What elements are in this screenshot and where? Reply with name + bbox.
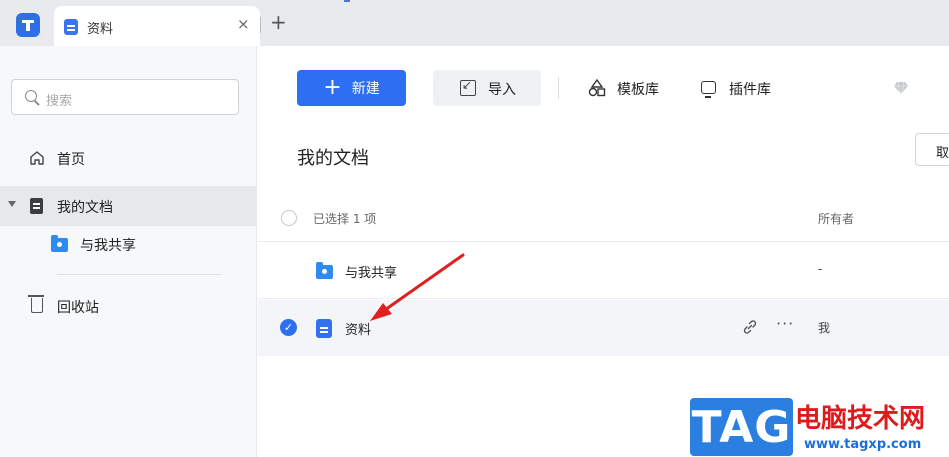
watermark-site-name: 电脑技术网 bbox=[795, 404, 926, 434]
watermark: TAG 电脑技术网 www.tagxp.com bbox=[690, 398, 949, 457]
annotation-arrow bbox=[370, 253, 465, 321]
watermark-badge: TAG bbox=[690, 398, 793, 456]
watermark-url: www.tagxp.com bbox=[804, 437, 922, 452]
